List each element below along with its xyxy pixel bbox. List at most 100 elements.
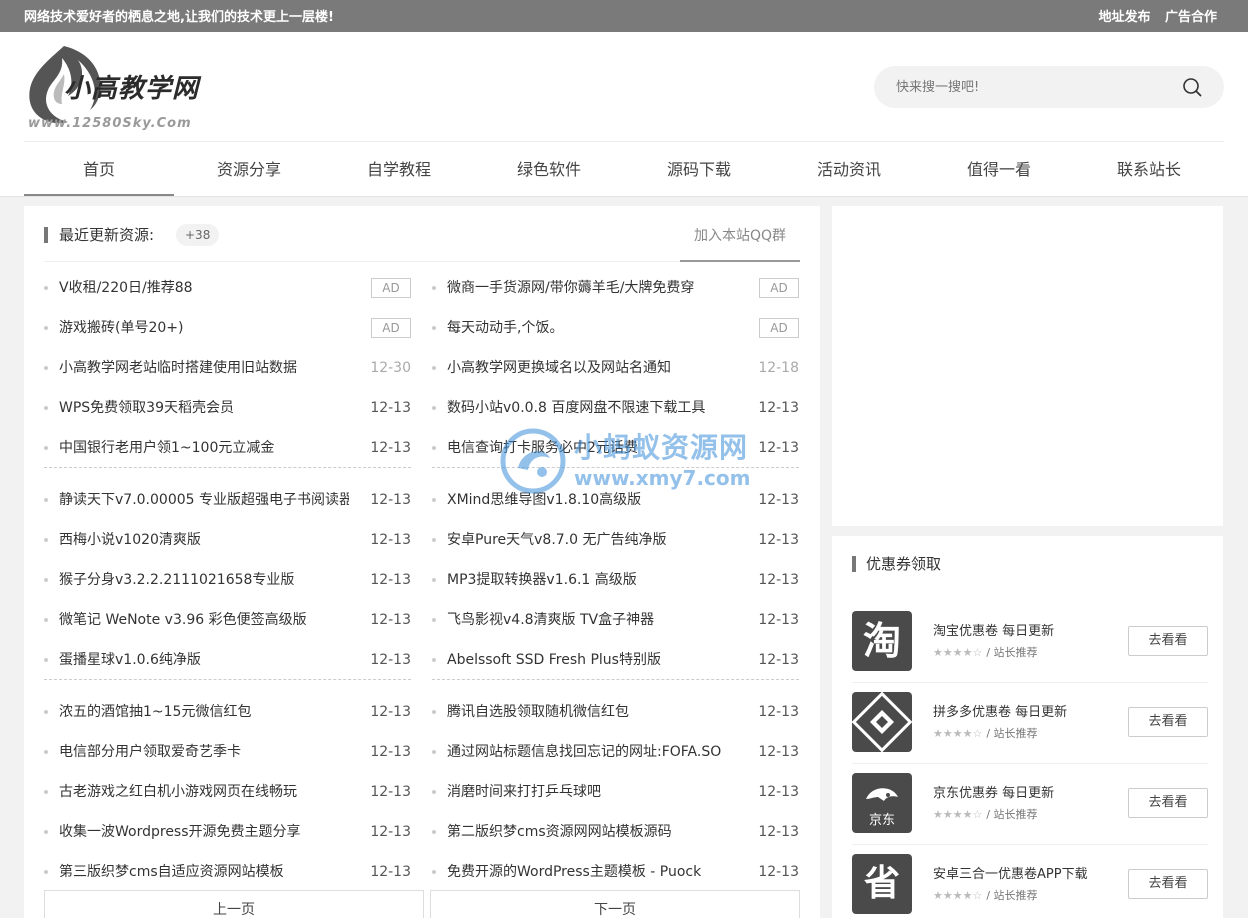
list-item-title[interactable]: 电信部分用户领取爱奇艺季卡	[59, 732, 349, 772]
list-item[interactable]: XMind思维导图v1.8.10高级版12-13	[432, 480, 799, 520]
list-item-title[interactable]: 西梅小说v1020清爽版	[59, 520, 349, 560]
list-item-date: 12-13	[370, 732, 411, 772]
list-item[interactable]: 收集一波Wordpress开源免费主题分享12-13	[44, 812, 411, 852]
go-see-button[interactable]: 去看看	[1128, 788, 1208, 818]
address-publish-link[interactable]: 地址发布	[1098, 10, 1150, 25]
logo-domain: www.12580Sky.Com	[28, 116, 192, 131]
list-item[interactable]: V收租/220日/推荐88AD	[44, 268, 411, 308]
list-item[interactable]: WPS免费领取39天稻壳会员12-13	[44, 388, 411, 428]
pagination: 上一页 下一页	[44, 890, 800, 918]
ad-badge: AD	[759, 318, 799, 338]
list-item-title[interactable]: 第二版织梦cms资源网网站模板源码	[447, 812, 737, 852]
list-item-date: 12-13	[370, 600, 411, 640]
list-item-title[interactable]: 收集一波Wordpress开源免费主题分享	[59, 812, 349, 852]
next-page-button[interactable]: 下一页	[430, 890, 800, 918]
shengqian-icon[interactable]: 省	[852, 854, 912, 914]
list-item-title[interactable]: 静读天下v7.0.00005 专业版超强电子书阅读器	[59, 480, 349, 520]
coupon-panel-title: 优惠券领取	[866, 553, 941, 574]
nav-item-events[interactable]: 活动资讯	[774, 144, 924, 196]
list-item-title[interactable]: 数码小站v0.0.8 百度网盘不限速下载工具	[447, 388, 737, 428]
coupon-note: / 站长推荐	[986, 889, 1037, 902]
list-item[interactable]: 腾讯自选股领取随机微信红包 12-13	[432, 692, 799, 732]
list-item-title[interactable]: 飞鸟影视v4.8清爽版 TV盒子神器	[447, 600, 737, 640]
coupon-name[interactable]: 京东优惠券 每日更新	[933, 782, 1054, 801]
go-see-button[interactable]: 去看看	[1128, 626, 1208, 656]
list-item[interactable]: 西梅小说v1020清爽版12-13	[44, 520, 411, 560]
bullet-dot	[44, 790, 48, 794]
ad-cooperation-link[interactable]: 广告合作	[1165, 10, 1217, 25]
list-item[interactable]: 小高教学网更换域名以及网站名通知12-18	[432, 348, 799, 388]
list-item[interactable]: 第三版织梦cms自适应资源网站模板12-13	[44, 852, 411, 892]
list-item[interactable]: 数码小站v0.0.8 百度网盘不限速下载工具12-13	[432, 388, 799, 428]
list-item-title[interactable]: V收租/220日/推荐88	[59, 268, 349, 308]
list-item[interactable]: MP3提取转换器v1.6.1 高级版12-13	[432, 560, 799, 600]
group-divider	[432, 462, 799, 468]
logo-title: 小高教学网	[64, 68, 199, 105]
list-item-title[interactable]: 免费开源的WordPress主题模板 - Puock	[447, 852, 737, 892]
ad-badge: AD	[371, 318, 411, 338]
list-item-title[interactable]: 浓五的酒馆抽1~15元微信红包	[59, 692, 349, 732]
list-item[interactable]: 电信部分用户领取爱奇艺季卡 12-13	[44, 732, 411, 772]
list-item-title[interactable]: 每天动动手,个饭。	[447, 308, 737, 348]
list-item[interactable]: 免费开源的WordPress主题模板 - Puock12-13	[432, 852, 799, 892]
top-links: 地址发布 广告合作	[1088, 6, 1217, 25]
bullet-dot	[44, 710, 48, 714]
list-item[interactable]: 微商一手货源网/带你薅羊毛/大牌免费穿AD	[432, 268, 799, 308]
pinduoduo-icon[interactable]	[852, 692, 912, 752]
recent-updates-title: 最近更新资源:	[59, 224, 154, 245]
list-item-title[interactable]: 微笔记 WeNote v3.96 彩色便签高级版	[59, 600, 349, 640]
list-item[interactable]: 通过网站标题信息找回忘记的网址:FOFA.SO12-13	[432, 732, 799, 772]
nav-item-tutorials[interactable]: 自学教程	[324, 144, 474, 196]
list-item[interactable]: 微笔记 WeNote v3.96 彩色便签高级版 12-13	[44, 600, 411, 640]
list-item[interactable]: 古老游戏之红白机小游戏网页在线畅玩12-13	[44, 772, 411, 812]
list-item-title[interactable]: 腾讯自选股领取随机微信红包	[447, 692, 737, 732]
list-item-date: 12-13	[758, 692, 799, 732]
bullet-dot	[44, 578, 48, 582]
search-input[interactable]	[896, 77, 1166, 97]
list-item[interactable]: 飞鸟影视v4.8清爽版 TV盒子神器12-13	[432, 600, 799, 640]
list-item-title[interactable]: 安卓Pure天气v8.7.0 无广告纯净版	[447, 520, 737, 560]
list-item-title[interactable]: 猴子分身v3.2.2.2111021658专业版	[59, 560, 349, 600]
list-item[interactable]: 猴子分身v3.2.2.2111021658专业版12-13	[44, 560, 411, 600]
list-item-title[interactable]: 通过网站标题信息找回忘记的网址:FOFA.SO	[447, 732, 737, 772]
list-item[interactable]: 浓五的酒馆抽1~15元微信红包12-13	[44, 692, 411, 732]
site-logo[interactable]: 小高教学网 www.12580Sky.Com	[24, 42, 224, 132]
list-item-title[interactable]: 微商一手货源网/带你薅羊毛/大牌免费穿	[447, 268, 737, 308]
list-item[interactable]: 小高教学网老站临时搭建使用旧站数据12-30	[44, 348, 411, 388]
coupon-rating: ★★★★☆/ 站长推荐	[933, 644, 1038, 660]
list-item-title[interactable]: 小高教学网更换域名以及网站名通知	[447, 348, 737, 388]
jingdong-icon[interactable]: 京东	[852, 773, 912, 833]
nav-item-contact[interactable]: 联系站长	[1074, 144, 1224, 196]
go-see-button[interactable]: 去看看	[1128, 869, 1208, 899]
list-item[interactable]: 消磨时间来打打乒乓球吧12-13	[432, 772, 799, 812]
coupon-item: 省安卓三合一优惠卷APP下载★★★★☆/ 站长推荐去看看	[852, 845, 1208, 918]
nav-item-home[interactable]: 首页	[24, 144, 174, 196]
bullet-dot	[432, 710, 436, 714]
list-item[interactable]: 第二版织梦cms资源网网站模板源码12-13	[432, 812, 799, 852]
list-item-title[interactable]: MP3提取转换器v1.6.1 高级版	[447, 560, 737, 600]
coupon-name[interactable]: 淘宝优惠卷 每日更新	[933, 620, 1054, 639]
nav-item-resources[interactable]: 资源分享	[174, 144, 324, 196]
bullet-dot	[44, 366, 48, 370]
search-icon[interactable]	[1182, 77, 1202, 97]
join-qq-group-link[interactable]: 加入本站QQ群	[680, 222, 800, 262]
list-item-title[interactable]: 小高教学网老站临时搭建使用旧站数据	[59, 348, 349, 388]
coupon-name[interactable]: 安卓三合一优惠卷APP下载	[933, 863, 1088, 882]
list-item-title[interactable]: XMind思维导图v1.8.10高级版	[447, 480, 737, 520]
list-item[interactable]: 静读天下v7.0.00005 专业版超强电子书阅读器12-13	[44, 480, 411, 520]
list-item-title[interactable]: 游戏搬砖(单号20+)	[59, 308, 349, 348]
nav-item-worth-seeing[interactable]: 值得一看	[924, 144, 1074, 196]
list-item-title[interactable]: 消磨时间来打打乒乓球吧	[447, 772, 737, 812]
list-item-title[interactable]: 第三版织梦cms自适应资源网站模板	[59, 852, 349, 892]
nav-item-green-software[interactable]: 绿色软件	[474, 144, 624, 196]
nav-item-source-code[interactable]: 源码下载	[624, 144, 774, 196]
taobao-icon[interactable]: 淘	[852, 611, 912, 671]
list-item[interactable]: 每天动动手,个饭。 AD	[432, 308, 799, 348]
list-item[interactable]: 安卓Pure天气v8.7.0 无广告纯净版12-13	[432, 520, 799, 560]
list-item-title[interactable]: WPS免费领取39天稻壳会员	[59, 388, 349, 428]
prev-page-button[interactable]: 上一页	[44, 890, 424, 918]
coupon-name[interactable]: 拼多多优惠卷 每日更新	[933, 701, 1067, 720]
list-item-title[interactable]: 古老游戏之红白机小游戏网页在线畅玩	[59, 772, 349, 812]
go-see-button[interactable]: 去看看	[1128, 707, 1208, 737]
list-item[interactable]: 游戏搬砖(单号20+) AD	[44, 308, 411, 348]
